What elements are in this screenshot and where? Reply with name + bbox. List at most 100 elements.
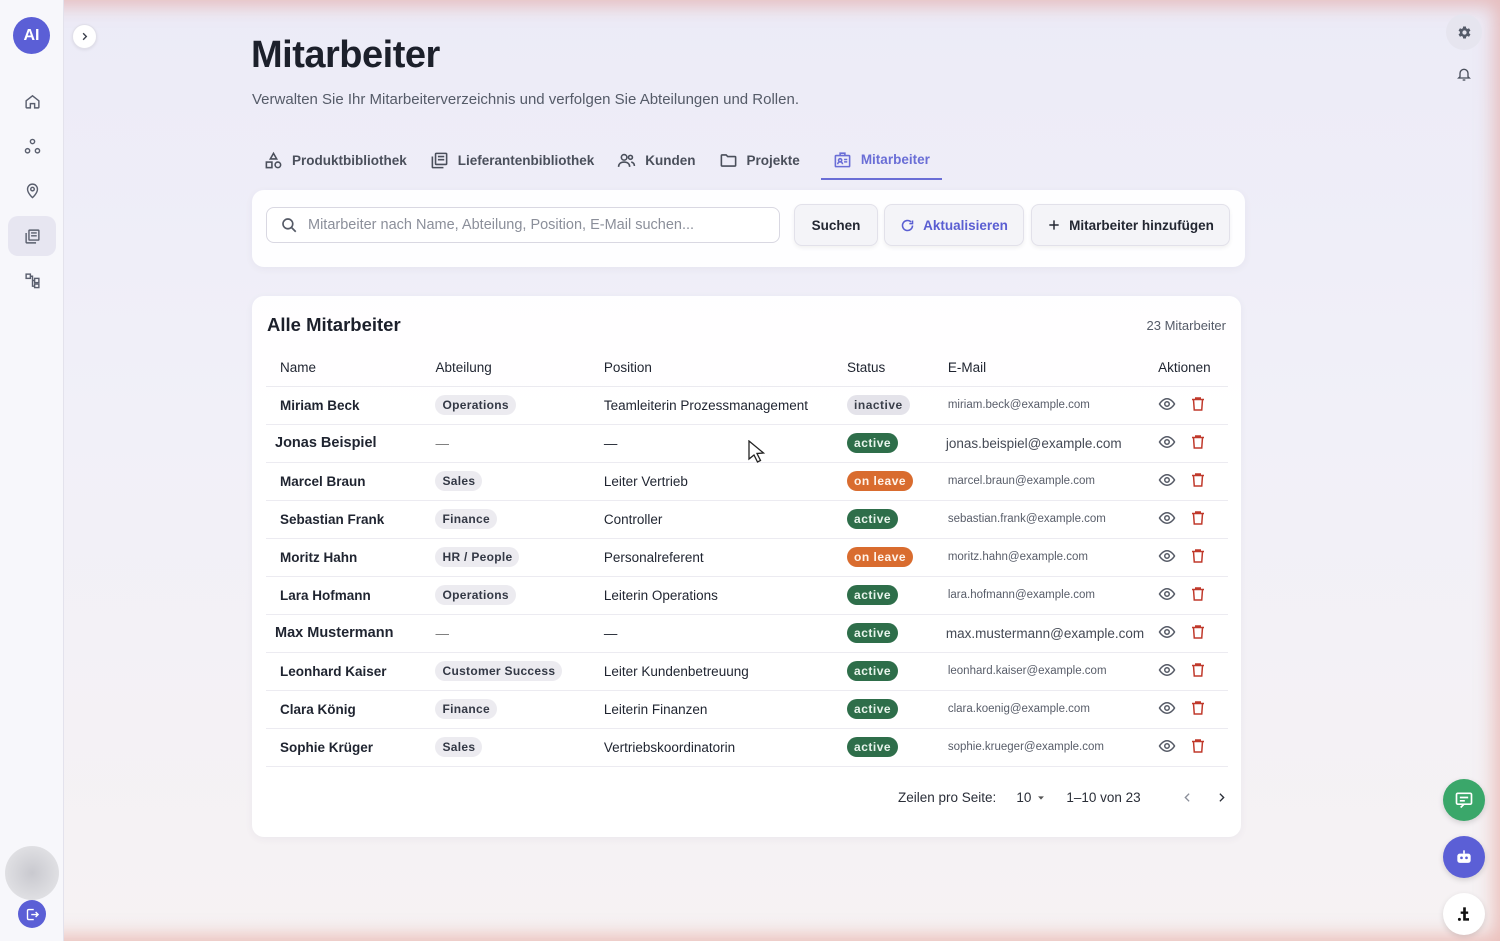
app-logo[interactable]: AI [13,17,50,54]
eye-icon [1158,587,1176,600]
add-employee-button[interactable]: Mitarbeiter hinzufügen [1031,204,1230,246]
view-button[interactable] [1158,395,1176,416]
mouse-cursor-icon [748,440,766,463]
table-row[interactable]: Jonas Beispiel — — active jonas.beispiel… [266,424,1228,463]
assistant-button[interactable] [1443,836,1485,878]
tab-kunden[interactable]: Kunden [615,140,706,180]
search-input[interactable] [308,217,748,233]
delete-button[interactable] [1189,623,1207,644]
status-badge: active [847,585,899,605]
user-avatar[interactable] [5,846,59,900]
view-button[interactable] [1158,585,1176,606]
status-cell: on leave [833,462,934,501]
status-cell: on leave [833,538,934,577]
sidebar: AI [0,0,64,941]
view-button[interactable] [1158,509,1176,530]
department-empty: — [435,435,449,451]
view-button[interactable] [1158,471,1176,492]
department-cell: Finance [421,500,590,539]
view-button[interactable] [1158,623,1176,644]
email-cell: jonas.beispiel@example.com [933,424,1145,463]
table-row[interactable]: Max Mustermann — — active max.mustermann… [266,614,1228,653]
view-button[interactable] [1158,547,1176,568]
actions-cell [1144,614,1228,653]
table-row[interactable]: Sebastian Frank Finance Controller activ… [266,500,1228,539]
settings-button[interactable] [1446,14,1482,50]
table-row[interactable]: Miriam Beck Operations Teamleiterin Proz… [266,386,1228,425]
column-header-department[interactable]: Abteilung [421,350,590,387]
view-button[interactable] [1158,433,1176,454]
badge-icon [834,151,851,167]
chat-button[interactable] [1443,779,1485,821]
position-cell: — [589,424,834,463]
rows-per-page-select[interactable]: 10 [1016,790,1046,805]
department-cell: Sales [421,728,590,767]
caret-down-icon [1038,795,1045,800]
delete-button[interactable] [1189,433,1207,454]
view-button[interactable] [1158,737,1176,758]
t-app-button[interactable] [1443,893,1485,935]
delete-button[interactable] [1189,699,1207,720]
delete-button[interactable] [1189,547,1207,568]
refresh-button-label: Aktualisieren [923,217,1008,233]
chevron-right-icon [82,32,88,41]
tab-lieferantenbibliothek[interactable]: Lieferantenbibliothek [428,140,606,180]
delete-button[interactable] [1189,737,1207,758]
sidebar-toggle-button[interactable] [72,24,97,49]
department-badge: Finance [435,699,497,719]
view-button[interactable] [1158,661,1176,682]
folder-icon [720,153,736,167]
trash-icon [1192,472,1205,487]
tab-label: Produktbibliothek [292,152,407,168]
position-cell: Personalreferent [589,538,834,577]
delete-button[interactable] [1189,395,1207,416]
position-cell: Vertriebskoordinatorin [589,728,834,767]
column-header-email[interactable]: E-Mail [933,350,1145,387]
employee-count: 23 Mitarbeiter [1146,318,1226,333]
employee-table: Name Abteilung Position Status E-Mail Ak… [266,350,1228,767]
status-cell: active [833,424,934,463]
delete-button[interactable] [1189,471,1207,492]
delete-button[interactable] [1189,585,1207,606]
users-icon [618,153,636,167]
next-page-button[interactable] [1211,791,1233,804]
table-row[interactable]: Lara Hofmann Operations Leiterin Operati… [266,576,1228,615]
tab-produktbibliothek[interactable]: Produktbibliothek [262,140,418,180]
table-row[interactable]: Clara König Finance Leiterin Finanzen ac… [266,690,1228,729]
column-header-status[interactable]: Status [833,350,934,387]
department-empty: — [435,625,449,641]
position-cell: Controller [589,500,834,539]
sidebar-item-nodes[interactable] [8,126,56,166]
search-button[interactable]: Suchen [794,204,878,246]
view-button[interactable] [1158,699,1176,720]
tab-projekte[interactable]: Projekte [717,140,811,180]
sidebar-item-location[interactable] [8,170,56,210]
actions-cell [1144,500,1228,539]
department-cell: Operations [421,576,590,615]
table-row[interactable]: Leonhard Kaiser Customer Success Leiter … [266,652,1228,691]
delete-button[interactable] [1189,509,1207,530]
table-body: Miriam Beck Operations Teamleiterin Proz… [266,386,1228,767]
gear-icon [1458,25,1470,39]
search-field[interactable] [266,207,780,243]
previous-page-button[interactable] [1177,791,1199,804]
refresh-button[interactable]: Aktualisieren [884,204,1024,246]
refresh-icon [901,219,914,231]
status-cell: active [833,652,934,691]
plus-icon [1049,220,1059,230]
logout-button[interactable] [18,900,46,928]
table-row[interactable]: Sophie Krüger Sales Vertriebskoordinator… [266,728,1228,767]
sidebar-item-home[interactable] [8,81,56,121]
sidebar-item-library[interactable] [8,216,56,256]
tab-mitarbeiter[interactable]: Mitarbeiter [820,140,942,180]
status-cell: active [833,728,934,767]
delete-button[interactable] [1189,661,1207,682]
table-row[interactable]: Marcel Braun Sales Leiter Vertrieb on le… [266,462,1228,501]
table-row[interactable]: Moritz Hahn HR / People Personalreferent… [266,538,1228,577]
column-header-position[interactable]: Position [589,350,834,387]
status-badge: on leave [847,547,914,567]
sidebar-item-hierarchy[interactable] [8,260,56,300]
notifications-button[interactable] [1452,62,1476,86]
column-header-name[interactable]: Name [266,350,422,387]
employee-name: Marcel Braun [266,462,422,501]
